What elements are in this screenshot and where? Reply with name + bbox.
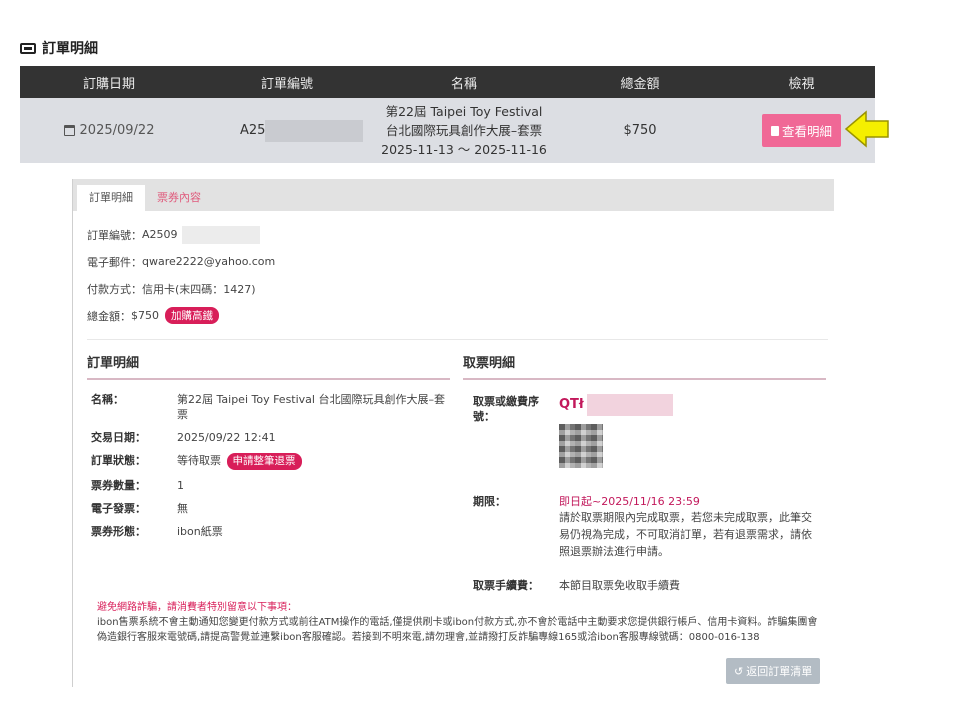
status-text: 等待取票 bbox=[177, 454, 221, 467]
pickup-deadline-label: 期限： bbox=[473, 495, 506, 508]
detail-trade-date-row: 交易日期： 2025/09/22 12:41 bbox=[87, 430, 450, 445]
summary-total: 總金額： $750 加購高鐵 bbox=[87, 302, 820, 329]
summary-email-value: qware2222@yahoo.com bbox=[142, 255, 276, 268]
back-to-order-list-button[interactable]: ↺ 返回訂單清單 bbox=[726, 658, 821, 684]
fraud-warning: 避免網路詐騙，請消費者特別留意以下事項： ibon售票系統不會主動通知您變更付款… bbox=[97, 600, 825, 645]
detail-status-label: 訂單狀態： bbox=[91, 454, 146, 467]
order-detail-title: 訂單明細 bbox=[87, 349, 450, 380]
summary-email-label: 電子郵件： bbox=[87, 255, 142, 269]
event-name-line: 第22屆 Taipei Toy Festival bbox=[385, 104, 543, 119]
pickup-detail-title: 取票明細 bbox=[463, 349, 826, 380]
pickup-code-value: QTł bbox=[559, 394, 821, 468]
addon-hsr-badge[interactable]: 加購高鐵 bbox=[165, 307, 219, 324]
header-amount: 總金額 bbox=[620, 76, 660, 92]
tab-ticket-content[interactable]: 票券內容 bbox=[145, 185, 213, 211]
pickup-fee-value: 本節目取票免收取手續費 bbox=[559, 579, 680, 592]
page-title-text: 訂單明細 bbox=[42, 41, 98, 57]
undo-icon: ↺ bbox=[734, 664, 744, 678]
summary-order-no: 訂單編號： A2509 bbox=[87, 221, 820, 248]
view-detail-label: 查看明細 bbox=[781, 124, 832, 139]
detail-trade-date-value: 2025/09/22 12:41 bbox=[177, 431, 276, 444]
order-table: 訂購日期 訂單編號 名稱 總金額 檢視 2025/09/22 A25 第22屆 … bbox=[20, 66, 875, 163]
pickup-deadline-text: 即日起~2025/11/16 23:59 bbox=[559, 495, 700, 508]
page-title: 訂單明細 bbox=[20, 38, 98, 58]
detail-quantity-value: 1 bbox=[177, 479, 184, 492]
order-no-cell: A25 bbox=[198, 119, 376, 142]
detail-status-row: 訂單狀態： 等待取票 申請整筆退票 bbox=[87, 453, 450, 470]
redacted-box bbox=[181, 225, 260, 244]
pickup-detail-section: 取票明細 取票或繳費序號： QTł 期限： 即日起~2025/11/16 23:… bbox=[463, 349, 826, 593]
redacted-box bbox=[265, 119, 364, 142]
detail-name-value: 第22屆 Taipei Toy Festival 台北國際玩具創作大展–套票 bbox=[177, 393, 445, 421]
pickup-fee-label: 取票手續費： bbox=[473, 579, 539, 592]
detail-ticket-type-value: ibon紙票 bbox=[177, 525, 223, 538]
qr-code-icon bbox=[559, 424, 603, 468]
back-to-order-list-label: 返回訂單清單 bbox=[746, 665, 813, 678]
event-date-range: 2025-11-13 ～ 2025-11-16 bbox=[381, 142, 547, 157]
detail-name-row: 名稱： 第22屆 Taipei Toy Festival 台北國際玩具創作大展–… bbox=[87, 392, 450, 422]
pickup-deadline-value: 即日起~2025/11/16 23:59 請於取票期限內完成取票，若您未完成取票… bbox=[559, 494, 821, 560]
view-detail-button[interactable]: 查看明細 bbox=[761, 114, 841, 147]
summary-payment: 付款方式： 信用卡(末四碼：1427) bbox=[87, 275, 820, 302]
event-name-line: 台北國際玩具創作大展–套票 bbox=[385, 123, 543, 138]
order-table-header: 訂購日期 訂單編號 名稱 總金額 檢視 bbox=[20, 66, 875, 98]
order-detail-section: 訂單明細 名稱： 第22屆 Taipei Toy Festival 台北國際玩具… bbox=[87, 349, 450, 539]
detail-status-value: 等待取票 申請整筆退票 bbox=[177, 453, 445, 470]
header-view: 檢視 bbox=[788, 76, 815, 92]
calendar-icon bbox=[63, 125, 75, 136]
summary-order-no-label: 訂單編號： bbox=[87, 228, 142, 242]
arrow-left-icon bbox=[844, 110, 889, 148]
header-name: 名稱 bbox=[450, 76, 477, 92]
order-summary: 訂單編號： A2509 電子郵件： qware2222@yahoo.com 付款方式… bbox=[73, 211, 834, 329]
summary-total-value: $750 bbox=[131, 309, 159, 322]
pickup-code-prefix: QTł bbox=[559, 397, 584, 412]
detail-invoice-row: 電子發票： 無 bbox=[87, 501, 450, 516]
ticket-icon bbox=[20, 42, 36, 54]
pickup-code-row: 取票或繳費序號： QTł bbox=[463, 394, 826, 468]
amount-cell: $750 bbox=[623, 123, 657, 138]
event-name-cell: 第22屆 Taipei Toy Festival 台北國際玩具創作大展–套票 2… bbox=[376, 102, 552, 159]
detail-quantity-row: 票券數量： 1 bbox=[87, 478, 450, 493]
summary-payment-label: 付款方式： bbox=[87, 282, 142, 296]
order-no: A25 bbox=[240, 123, 266, 138]
order-date: 2025/09/22 bbox=[79, 123, 155, 138]
pickup-deadline-row: 期限： 即日起~2025/11/16 23:59 請於取票期限內完成取票，若您未… bbox=[463, 494, 826, 560]
redacted-box bbox=[587, 394, 674, 416]
detail-invoice-label: 電子發票： bbox=[91, 502, 146, 515]
pickup-code-label: 取票或繳費序號： bbox=[473, 395, 539, 423]
tab-order-detail[interactable]: 訂單明細 bbox=[77, 185, 145, 211]
header-order-date: 訂購日期 bbox=[82, 76, 135, 92]
table-row: 2025/09/22 A25 第22屆 Taipei Toy Festival … bbox=[20, 98, 875, 163]
fraud-warning-title: 避免網路詐騙，請消費者特別留意以下事項： bbox=[97, 602, 297, 613]
header-order-no: 訂單編號 bbox=[260, 76, 313, 92]
detail-ticket-type-label: 票券形態： bbox=[91, 525, 146, 538]
order-date-cell: 2025/09/22 bbox=[20, 123, 198, 138]
pickup-deadline-note: 請於取票期限內完成取票，若您未完成取票，此筆交易仍視為完成，不可取消訂單，若有退… bbox=[559, 511, 812, 558]
summary-email: 電子郵件： qware2222@yahoo.com bbox=[87, 248, 820, 275]
pickup-fee-row: 取票手續費： 本節目取票免收取手續費 bbox=[463, 578, 826, 593]
refund-request-button[interactable]: 申請整筆退票 bbox=[226, 453, 302, 470]
detail-quantity-label: 票券數量： bbox=[91, 479, 146, 492]
detail-invoice-value: 無 bbox=[177, 502, 188, 515]
summary-order-no-value: A2509 bbox=[142, 228, 178, 241]
order-detail-panel: 訂單明細 票券內容 訂單編號： A2509 電子郵件： qware2222@yaho… bbox=[72, 179, 834, 687]
divider bbox=[87, 339, 828, 340]
detail-name-label: 名稱： bbox=[91, 393, 124, 406]
summary-payment-value: 信用卡(末四碼：1427) bbox=[142, 282, 256, 296]
detail-trade-date-label: 交易日期： bbox=[91, 431, 146, 444]
tab-bar: 訂單明細 票券內容 bbox=[73, 179, 834, 211]
document-icon bbox=[770, 125, 779, 136]
detail-ticket-type-row: 票券形態： ibon紙票 bbox=[87, 524, 450, 539]
summary-total-label: 總金額： bbox=[87, 309, 131, 323]
fraud-warning-text: ibon售票系統不會主動通知您變更付款方式或前往ATM操作的電話,僅提供刷卡或i… bbox=[97, 617, 818, 643]
